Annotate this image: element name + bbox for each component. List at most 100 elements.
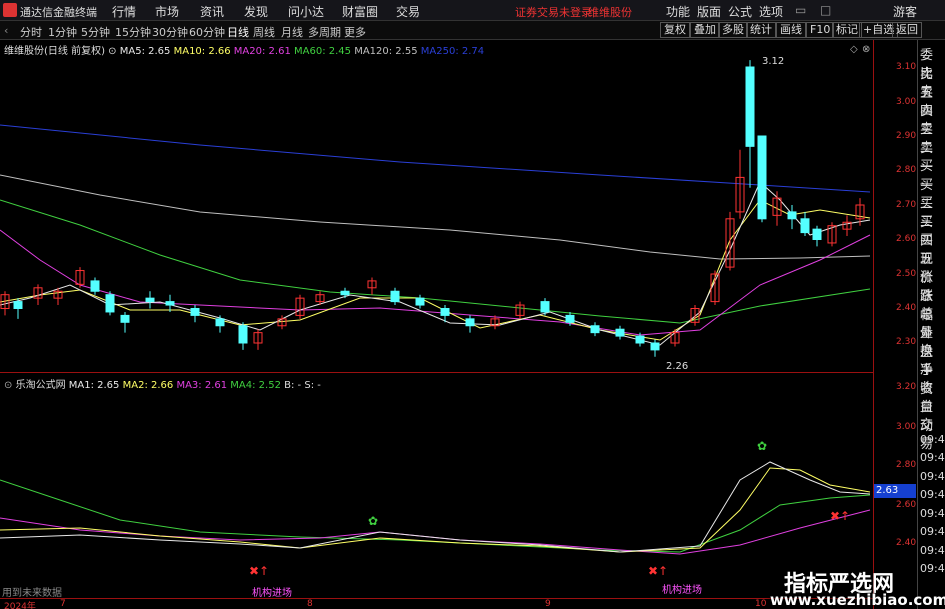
minimize-icon[interactable]: ▭ xyxy=(795,3,806,17)
stock-name-title: 维维股份 xyxy=(588,6,632,19)
back-button[interactable]: 返回 xyxy=(892,22,922,38)
menu-formula[interactable]: 公式 xyxy=(728,3,752,20)
x-tick: 2024年 xyxy=(4,602,36,609)
menu-guest[interactable]: 游客 xyxy=(893,3,917,20)
future-data-note: 用到未来数据 xyxy=(2,588,62,599)
candle-body xyxy=(90,280,100,292)
menu-wealth[interactable]: 财富圈 xyxy=(342,3,378,20)
watermark-url: www.xuezhibiao.com xyxy=(770,591,945,609)
ma20-line xyxy=(0,229,871,336)
period-tab-60min[interactable]: 60分钟 xyxy=(189,24,225,40)
s-value: S: - xyxy=(304,380,321,391)
period-tab-time[interactable]: 分时 xyxy=(20,24,42,40)
buy-arrow-icon: ✖↑ xyxy=(249,564,269,578)
period-tab-5min[interactable]: 5分钟 xyxy=(81,24,110,40)
menu-market[interactable]: 行情 xyxy=(112,3,136,20)
menu-trade[interactable]: 交易 xyxy=(396,3,420,20)
candle-body xyxy=(415,297,425,306)
y-tick: 2.50 xyxy=(896,269,917,279)
stats-button[interactable]: 统计 xyxy=(746,22,776,38)
y-tick: 2.60 xyxy=(896,234,917,244)
login-warning[interactable]: 证券交易未登录 xyxy=(515,4,592,20)
f10-button[interactable]: F10 xyxy=(806,22,835,38)
y-tick: 2.90 xyxy=(896,131,917,141)
y-tick: 2.70 xyxy=(896,200,917,210)
draw-button[interactable]: 画线 xyxy=(776,22,806,38)
candle-body xyxy=(800,218,810,234)
mark-button[interactable]: 标记 xyxy=(832,22,862,38)
quote-side-panel: 委比 卖五 卖四 卖三 卖二 卖一 买一 买二 买三 买四 买五 现价 涨跌 涨幅 总量 外盘 换手 净资 收益 自动… xyxy=(917,40,945,609)
adjust-button[interactable]: 复权 xyxy=(660,22,690,38)
menu-discover[interactable]: 发现 xyxy=(244,3,268,20)
x-tick: 9 xyxy=(545,599,551,609)
candle-body xyxy=(565,314,575,323)
buy-arrow-icon: ✖↑ xyxy=(830,509,850,523)
candle-body xyxy=(120,314,130,323)
x-tick: 8 xyxy=(307,599,313,609)
kline-chart[interactable]: 3.12 2.26 ✖↑ ✖↑ ✖↑ ✿ ✿ xyxy=(0,40,873,598)
y-tick: 2.80 xyxy=(896,165,917,175)
signal-label-2: 机构进场 xyxy=(662,585,702,596)
candle-body xyxy=(812,228,822,240)
period-tab-week[interactable]: 周线 xyxy=(253,24,275,40)
side-panel-item: 09:45 xyxy=(920,469,945,483)
panel-divider xyxy=(0,372,873,373)
y-tick: 3.00 xyxy=(896,422,917,432)
title-bar: 通达信金融终端 行情 市场 资讯 发现 问小达 财富圈 交易 证券交易未登录 维… xyxy=(0,0,945,21)
period-tab-15min[interactable]: 15分钟 xyxy=(115,24,151,40)
ma10-line xyxy=(0,199,871,341)
candle-body xyxy=(757,135,767,220)
maximize-icon[interactable]: □ xyxy=(820,3,831,17)
candle-body xyxy=(238,325,248,344)
y-tick: 2.40 xyxy=(896,538,917,548)
multi-stock-button[interactable]: 多股 xyxy=(718,22,748,38)
sub-ma3-line xyxy=(0,509,871,555)
y-tick: 2.40 xyxy=(896,303,917,313)
candle-body xyxy=(105,294,115,313)
candle-body xyxy=(390,290,400,303)
watermark: 指标严选网 www.xuezhibiao.com xyxy=(730,560,945,609)
period-tab-1min[interactable]: 1分钟 xyxy=(48,24,77,40)
candle-body xyxy=(165,301,175,306)
candle-body xyxy=(787,211,797,220)
menu-layout[interactable]: 版面 xyxy=(697,3,721,20)
app-logo-icon xyxy=(3,3,17,17)
period-tab-30min[interactable]: 30分钟 xyxy=(152,24,188,40)
candle-body xyxy=(190,308,200,316)
period-tab-more[interactable]: 更多 xyxy=(344,24,366,40)
signal-label-1: 机构进场 xyxy=(252,588,292,599)
candle-body xyxy=(650,342,660,351)
candle-body xyxy=(465,318,475,327)
menu-news[interactable]: 资讯 xyxy=(200,3,224,20)
y-tick: 3.20 xyxy=(896,382,917,392)
indicator-name: 乐淘公式网 xyxy=(15,380,66,391)
period-tab-month[interactable]: 月线 xyxy=(281,24,303,40)
ma2-value: MA2: 2.66 xyxy=(122,380,174,391)
menu-options[interactable]: 选项 xyxy=(759,3,783,20)
menu-ask[interactable]: 问小达 xyxy=(288,3,324,20)
y-tick: 3.00 xyxy=(896,97,917,107)
candle-body xyxy=(215,318,225,327)
sub-ma1-line xyxy=(0,461,871,553)
x-tick: 7 xyxy=(60,599,66,609)
nav-left-icon[interactable]: ‹ xyxy=(4,24,8,37)
sub-menu-icon[interactable]: ⊙ xyxy=(4,380,12,391)
side-panel-item: 09:45 xyxy=(920,432,945,446)
side-panel-item: 09:45 xyxy=(920,451,945,464)
y-axis: 3.10 3.00 2.90 2.80 2.70 2.60 2.50 2.40 … xyxy=(873,40,917,609)
period-tab-multi[interactable]: 多周期 xyxy=(308,24,341,40)
candle-body xyxy=(590,325,600,334)
menu-function[interactable]: 功能 xyxy=(666,3,690,20)
candle-body xyxy=(635,335,645,344)
period-tab-day[interactable]: 日线 xyxy=(227,24,249,40)
candle-body xyxy=(615,328,625,337)
candle-body xyxy=(340,290,350,296)
menu-market-2[interactable]: 市场 xyxy=(155,3,179,20)
period-toolbar: ‹ 分时 1分钟 5分钟 15分钟 30分钟 60分钟 日线 周线 月线 多周期… xyxy=(0,21,945,40)
side-panel-item: 09:46 xyxy=(920,488,945,501)
overlay-button[interactable]: 叠加 xyxy=(690,22,720,38)
ma3-value: MA3: 2.61 xyxy=(176,380,228,391)
high-price-label: 3.12 xyxy=(762,56,784,67)
ma1-value: MA1: 2.65 xyxy=(68,380,120,391)
app-title: 通达信金融终端 xyxy=(20,6,97,19)
